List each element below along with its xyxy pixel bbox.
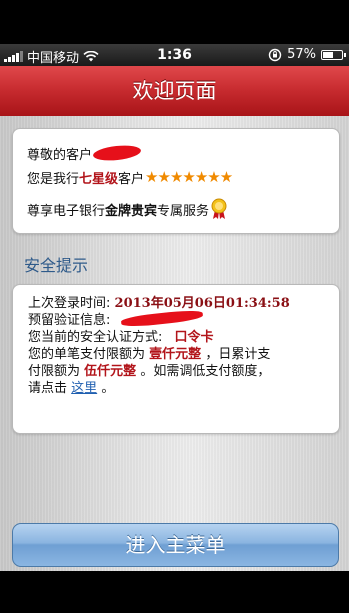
verify-info-label: 预留验证信息: bbox=[28, 313, 111, 328]
adjust-limit-link[interactable]: 这里 bbox=[71, 381, 97, 396]
security-section-title: 安全提示 bbox=[24, 256, 89, 275]
battery-percent: 57% bbox=[287, 47, 316, 62]
single-limit-value: 壹仟元整 bbox=[149, 347, 202, 362]
verify-info-row: 预留验证信息: bbox=[28, 308, 329, 329]
click-here-row: 请点击 这里 。 bbox=[28, 380, 329, 397]
click-suffix: 。 bbox=[101, 381, 115, 396]
service-row: 尊享电子银行 金牌贵宾 专属服务 bbox=[27, 197, 339, 221]
daily-limit-label-part2: 付限额为 bbox=[28, 364, 81, 379]
auth-method-value: 口令卡 bbox=[174, 330, 214, 345]
level-prefix: 您是我行 bbox=[27, 171, 80, 187]
star-rating-icon: ★★★★★★★ bbox=[145, 168, 233, 186]
customer-level: 七星级 bbox=[79, 171, 119, 187]
redacted-customer-name bbox=[92, 143, 142, 163]
welcome-card: 尊敬的客户 您是我行 七星级 客户 ★★★★★★★ 尊享电子银行 金牌贵宾 专属… bbox=[12, 128, 340, 234]
single-limit-label: 您的单笔支付限额为 bbox=[28, 347, 146, 362]
greeting-row: 尊敬的客户 bbox=[27, 141, 339, 165]
rotation-lock-icon bbox=[268, 48, 282, 61]
daily-limit-label-part1: ，日累计支 bbox=[205, 347, 271, 362]
security-card: 上次登录时间: 2013年05月06日01:34:58 预留验证信息: 您当前的… bbox=[12, 284, 340, 434]
service-prefix: 尊享电子银行 bbox=[27, 203, 106, 219]
main-content: 尊敬的客户 您是我行 七星级 客户 ★★★★★★★ 尊享电子银行 金牌贵宾 专属… bbox=[0, 116, 349, 571]
page-title: 欢迎页面 bbox=[0, 66, 349, 117]
daily-limit-value: 伍仟元整 bbox=[84, 364, 137, 379]
adjust-limit-text: 。如需调低支付额度， bbox=[140, 364, 271, 379]
limit-row-2: 付限额为 伍仟元整 。如需调低支付额度， bbox=[28, 363, 329, 380]
enter-main-menu-button[interactable]: 进入主菜单 bbox=[12, 523, 339, 567]
last-login-row: 上次登录时间: 2013年05月06日01:34:58 bbox=[28, 295, 329, 312]
battery-icon bbox=[321, 49, 346, 60]
status-right: 57% bbox=[268, 47, 346, 62]
last-login-value: 2013年05月06日01:34:58 bbox=[114, 296, 290, 311]
last-login-label: 上次登录时间: bbox=[28, 296, 111, 311]
limit-row-1: 您的单笔支付限额为 壹仟元整 ，日累计支 bbox=[28, 346, 329, 363]
auth-method-row: 您当前的安全认证方式: 口令卡 bbox=[28, 329, 329, 346]
service-suffix: 专属服务 bbox=[157, 203, 210, 219]
medal-icon bbox=[211, 198, 227, 219]
click-prefix: 请点击 bbox=[28, 381, 68, 396]
status-bar: 中国移动 1:36 57% bbox=[0, 44, 349, 66]
customer-level-row: 您是我行 七星级 客户 ★★★★★★★ bbox=[27, 165, 339, 189]
level-suffix: 客户 bbox=[118, 171, 145, 187]
greeting-text: 尊敬的客户 bbox=[27, 147, 93, 163]
vip-label: 金牌贵宾 bbox=[105, 203, 158, 219]
redacted-verify-info bbox=[120, 308, 203, 329]
auth-method-label: 您当前的安全认证方式: bbox=[28, 330, 163, 345]
